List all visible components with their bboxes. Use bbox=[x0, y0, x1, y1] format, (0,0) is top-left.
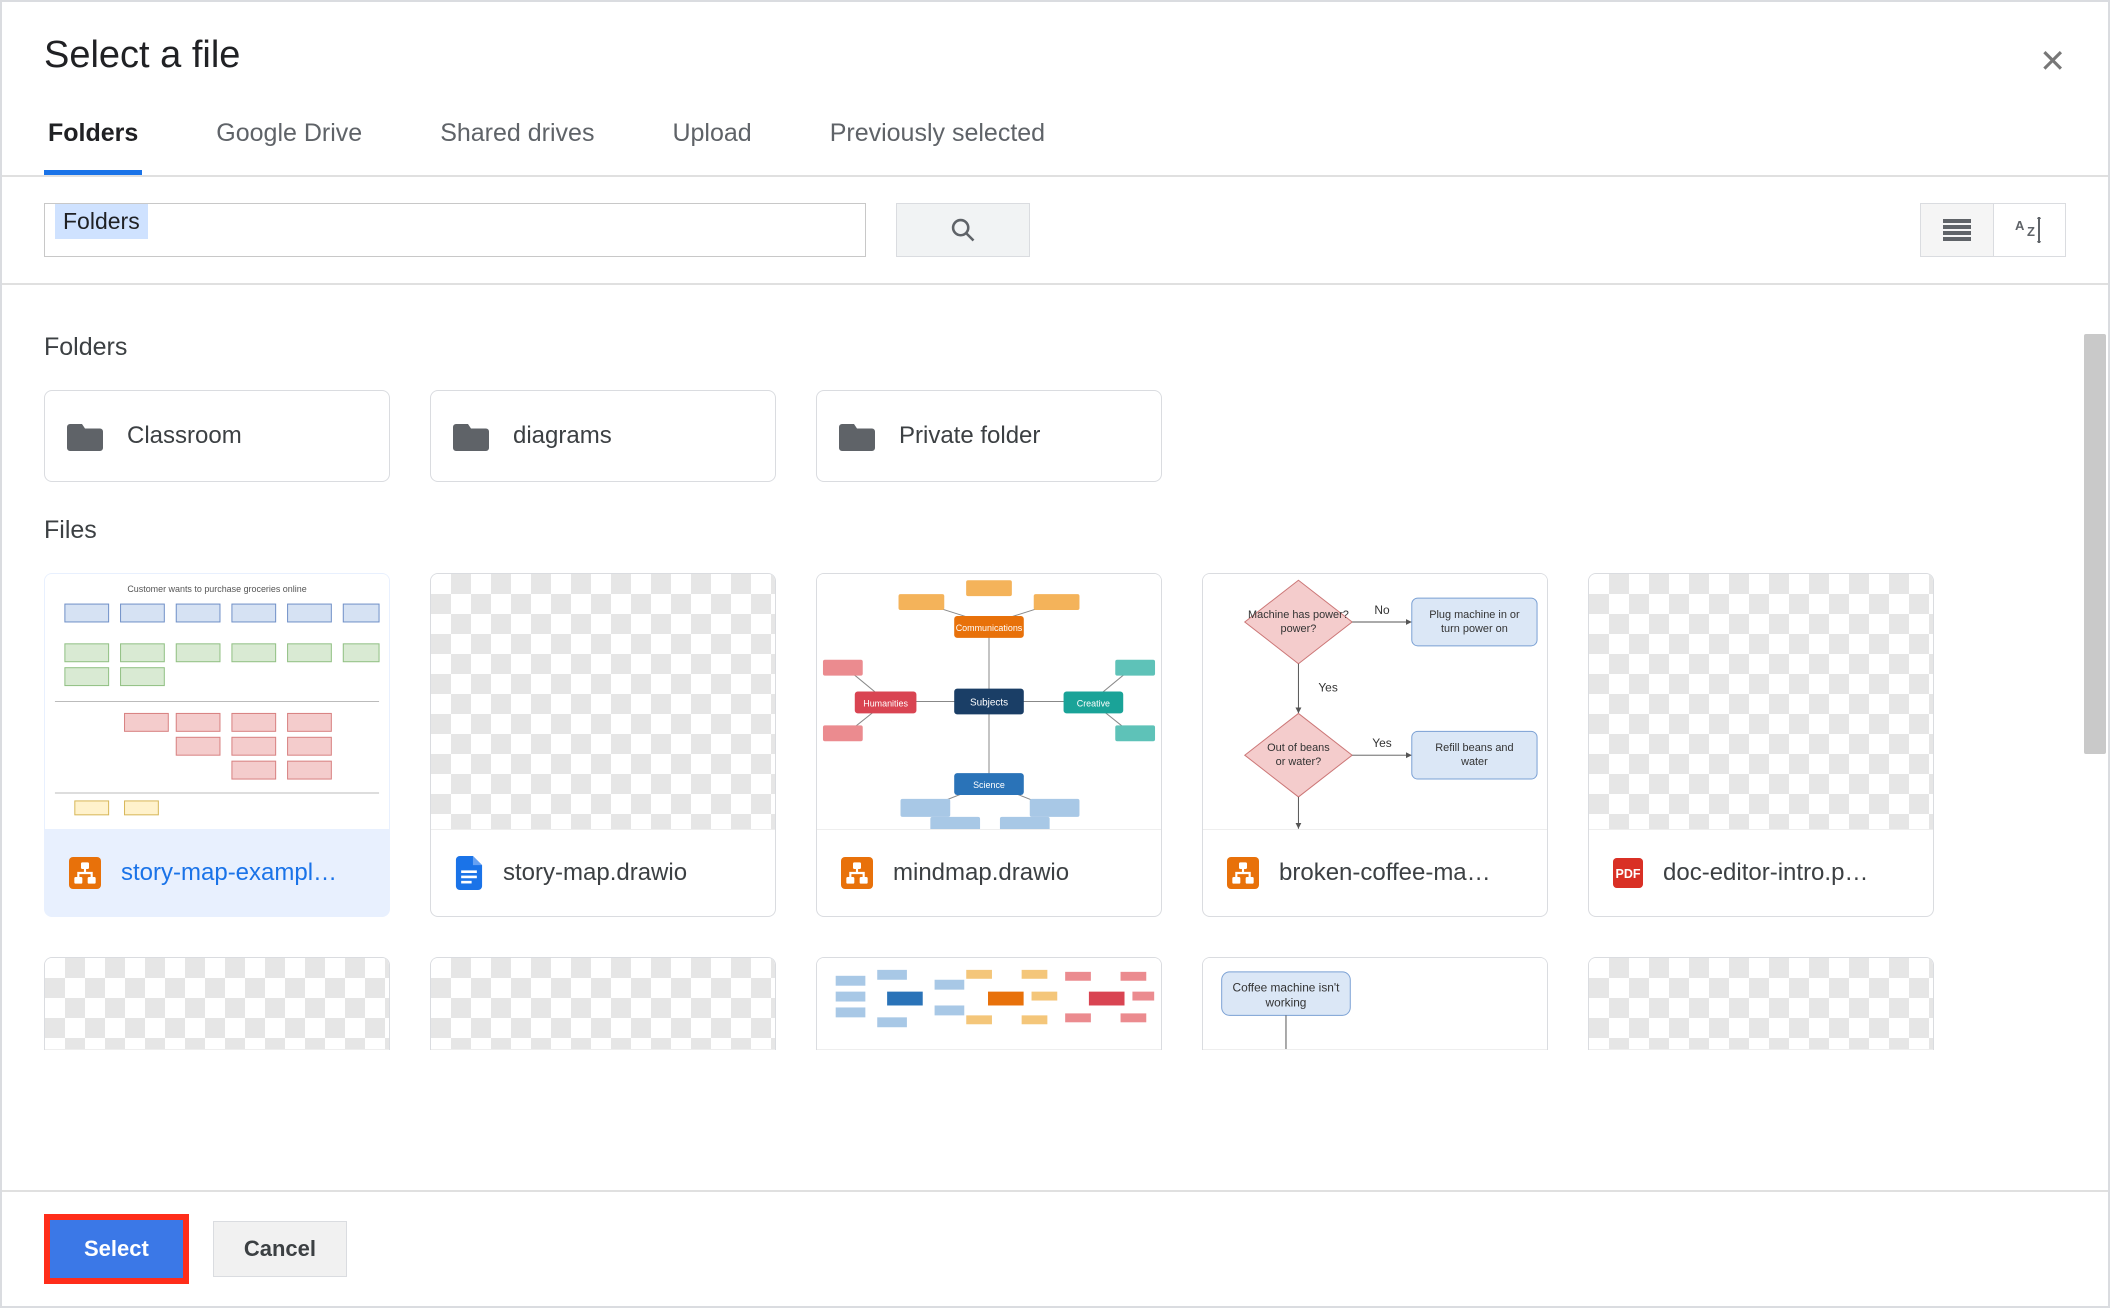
svg-text:No: No bbox=[1374, 603, 1390, 617]
svg-text:turn power on: turn power on bbox=[1441, 623, 1508, 635]
thumbnail-transparent bbox=[1589, 958, 1933, 1049]
svg-text:Humanities: Humanities bbox=[863, 698, 908, 708]
folders-heading: Folders bbox=[44, 333, 2066, 362]
thumbnail-transparent bbox=[1589, 574, 1933, 829]
folder-classroom[interactable]: Classroom bbox=[44, 390, 390, 482]
list-view-icon bbox=[1943, 219, 1971, 241]
files-heading: Files bbox=[44, 516, 2066, 545]
svg-text:power?: power? bbox=[1281, 623, 1317, 635]
file-name: story-map.drawio bbox=[503, 859, 751, 887]
file-card-doc-editor-intro[interactable]: PDF doc-editor-intro.p… bbox=[1588, 573, 1934, 917]
svg-text:Communications: Communications bbox=[956, 623, 1023, 633]
folder-label: Private folder bbox=[899, 422, 1040, 450]
file-thumbnail: Coffee machine isn't working bbox=[1203, 958, 1547, 1050]
file-card-broken-coffee[interactable]: Machine has power? power? No Plug machin… bbox=[1202, 573, 1548, 917]
folder-icon bbox=[839, 421, 875, 451]
file-name: doc-editor-intro.p… bbox=[1663, 859, 1909, 887]
file-thumbnail: Subjects Communications Science Humaniti… bbox=[817, 574, 1161, 830]
svg-text:water: water bbox=[1460, 756, 1488, 768]
file-name: broken-coffee-ma… bbox=[1279, 859, 1523, 887]
view-toggle-group: A Z bbox=[1920, 203, 2066, 257]
file-card-row2-1[interactable] bbox=[44, 957, 390, 1050]
tab-folders[interactable]: Folders bbox=[44, 119, 142, 175]
list-view-button[interactable] bbox=[1921, 204, 1993, 256]
file-card-row2-5[interactable] bbox=[1588, 957, 1934, 1050]
folder-icon bbox=[453, 421, 489, 451]
file-card-story-map-example[interactable]: Customer wants to purchase groceries onl… bbox=[44, 573, 390, 917]
file-name: story-map-exampl… bbox=[121, 859, 365, 887]
thumbnail-clusters bbox=[817, 958, 1161, 1049]
svg-text:Customer wants to purchase gro: Customer wants to purchase groceries onl… bbox=[127, 584, 306, 594]
file-card-mindmap[interactable]: Subjects Communications Science Humaniti… bbox=[816, 573, 1162, 917]
pdf-file-icon: PDF bbox=[1613, 858, 1643, 888]
tab-google-drive[interactable]: Google Drive bbox=[212, 119, 366, 175]
tab-bar: Folders Google Drive Shared drives Uploa… bbox=[2, 77, 2108, 177]
svg-text:Out of beans: Out of beans bbox=[1267, 742, 1330, 754]
sort-az-icon: A Z bbox=[2015, 217, 2045, 243]
svg-text:Refill beans and: Refill beans and bbox=[1435, 742, 1513, 754]
file-name: mindmap.drawio bbox=[893, 859, 1137, 887]
svg-text:or water?: or water? bbox=[1276, 756, 1322, 768]
tab-shared-drives[interactable]: Shared drives bbox=[436, 119, 598, 175]
svg-text:Science: Science bbox=[973, 780, 1005, 790]
svg-text:working: working bbox=[1265, 995, 1307, 1009]
file-thumbnail bbox=[1589, 574, 1933, 830]
highlight-select-button: Select bbox=[44, 1214, 189, 1284]
file-card-row2-2[interactable] bbox=[430, 957, 776, 1050]
cancel-button[interactable]: Cancel bbox=[213, 1221, 347, 1277]
folder-icon bbox=[67, 421, 103, 451]
thumbnail-transparent bbox=[45, 958, 389, 1049]
file-thumbnail bbox=[817, 958, 1161, 1050]
thumbnail-storymap: Customer wants to purchase groceries onl… bbox=[45, 574, 389, 829]
file-card-row2-4[interactable]: Coffee machine isn't working bbox=[1202, 957, 1548, 1050]
thumbnail-coffee2: Coffee machine isn't working bbox=[1203, 958, 1547, 1049]
sort-az-button[interactable]: A Z bbox=[1993, 204, 2065, 256]
select-button[interactable]: Select bbox=[50, 1220, 183, 1278]
google-doc-icon bbox=[455, 856, 483, 890]
thumbnail-transparent bbox=[431, 958, 775, 1049]
file-card-story-map[interactable]: story-map.drawio bbox=[430, 573, 776, 917]
folder-private[interactable]: Private folder bbox=[816, 390, 1162, 482]
svg-text:Plug machine in or: Plug machine in or bbox=[1429, 609, 1520, 621]
drawio-file-icon bbox=[69, 857, 101, 889]
svg-text:Subjects: Subjects bbox=[970, 697, 1008, 708]
file-card-row2-3[interactable] bbox=[816, 957, 1162, 1050]
svg-text:Z: Z bbox=[2027, 224, 2035, 239]
file-thumbnail bbox=[431, 574, 775, 830]
dialog-title: Select a file bbox=[44, 34, 240, 76]
svg-text:Machine has power?: Machine has power? bbox=[1248, 609, 1349, 621]
file-thumbnail: Customer wants to purchase groceries onl… bbox=[45, 574, 389, 830]
close-icon[interactable]: ✕ bbox=[2039, 42, 2066, 80]
svg-text:Yes: Yes bbox=[1318, 681, 1337, 695]
search-input[interactable]: Folders bbox=[44, 203, 866, 257]
thumbnail-mindmap: Subjects Communications Science Humaniti… bbox=[817, 574, 1161, 829]
svg-text:PDF: PDF bbox=[1616, 867, 1641, 881]
drawio-file-icon bbox=[1227, 857, 1259, 889]
svg-text:Creative: Creative bbox=[1077, 698, 1110, 708]
search-icon bbox=[949, 216, 977, 244]
thumbnail-coffee-flow: Machine has power? power? No Plug machin… bbox=[1203, 574, 1547, 829]
folder-label: Classroom bbox=[127, 422, 242, 450]
folder-diagrams[interactable]: diagrams bbox=[430, 390, 776, 482]
tab-upload[interactable]: Upload bbox=[668, 119, 755, 175]
file-thumbnail: Machine has power? power? No Plug machin… bbox=[1203, 574, 1547, 830]
tab-previously-selected[interactable]: Previously selected bbox=[826, 119, 1049, 175]
svg-text:Coffee machine isn't: Coffee machine isn't bbox=[1233, 981, 1341, 995]
folder-label: diagrams bbox=[513, 422, 612, 450]
thumbnail-transparent bbox=[431, 574, 775, 829]
search-button[interactable] bbox=[896, 203, 1030, 257]
search-chip-folders[interactable]: Folders bbox=[55, 204, 148, 239]
svg-text:A: A bbox=[2015, 218, 2025, 233]
drawio-file-icon bbox=[841, 857, 873, 889]
scrollbar-thumb[interactable] bbox=[2084, 334, 2106, 754]
svg-text:Yes: Yes bbox=[1372, 736, 1391, 750]
